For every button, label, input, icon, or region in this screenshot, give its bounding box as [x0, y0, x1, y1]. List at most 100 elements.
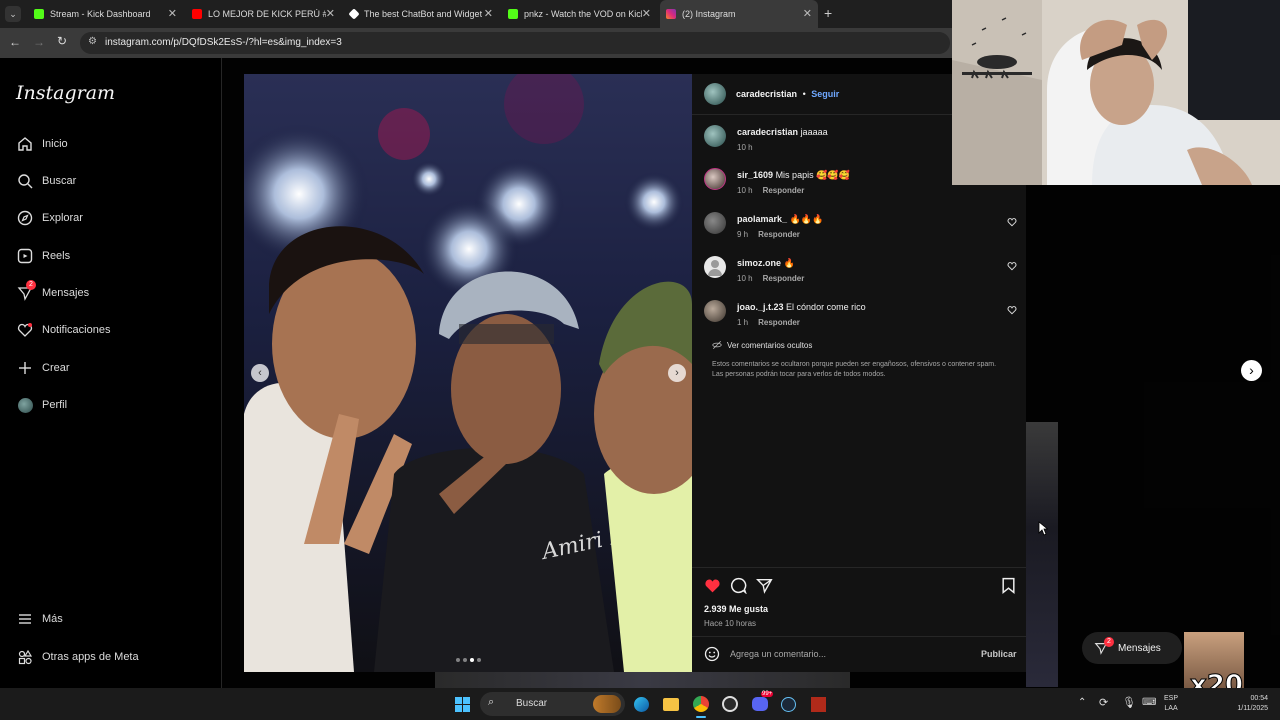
tab-instagram[interactable]: (2) Instagram ✕	[660, 0, 818, 28]
comment-username[interactable]: sir_1609	[737, 170, 773, 180]
address-bar[interactable]: ⚙ instagram.com/p/DQfDSk2EsS-/?hl=es&img…	[80, 32, 950, 54]
windows-start-icon[interactable]	[455, 697, 470, 712]
reply-button[interactable]: Responder	[763, 274, 805, 283]
comment-input[interactable]: Agrega un comentario...	[730, 649, 950, 659]
compass-icon	[16, 209, 34, 227]
close-tab-icon[interactable]: ✕	[803, 8, 812, 20]
discord-badge: 99+	[761, 691, 774, 697]
carousel-dot	[477, 658, 481, 662]
obs-icon[interactable]	[722, 696, 738, 712]
like-comment-icon[interactable]	[1007, 261, 1017, 271]
carousel-prev-button[interactable]: ‹	[251, 364, 269, 382]
comment-text: simoz.one 🔥	[737, 258, 795, 269]
file-explorer-icon[interactable]	[663, 698, 679, 711]
like-comment-icon[interactable]	[1007, 305, 1017, 315]
comment-icon[interactable]	[730, 577, 747, 594]
reload-icon[interactable]: ↻	[57, 34, 67, 48]
share-icon[interactable]	[756, 577, 773, 594]
edge-icon[interactable]	[634, 697, 649, 712]
like-count[interactable]: 2.939 Me gusta	[704, 604, 768, 614]
close-tab-icon[interactable]: ✕	[642, 8, 651, 20]
clock[interactable]: 00:54 1/11/2025	[1224, 694, 1268, 714]
clock-time: 00:54	[1250, 695, 1268, 702]
comment-meta: 10 h Responder	[737, 186, 804, 195]
active-app-indicator	[696, 716, 706, 718]
reply-button[interactable]: Responder	[758, 230, 800, 239]
tray-chevron-icon[interactable]: ⌃	[1078, 697, 1086, 708]
next-post-button[interactable]: ›	[1241, 360, 1262, 381]
reply-button[interactable]: Responder	[763, 186, 805, 195]
caption-avatar[interactable]	[704, 125, 726, 147]
comment-avatar[interactable]	[704, 256, 726, 278]
new-tab-button[interactable]: +	[824, 5, 832, 21]
sidebar-item-inicio[interactable]: Inicio	[16, 134, 68, 154]
mouse-cursor-icon	[1038, 521, 1048, 536]
caption-body: jaaaaa	[800, 127, 828, 137]
steam-icon[interactable]	[781, 697, 796, 712]
messages-pill[interactable]: 2 Mensajes	[1082, 632, 1182, 664]
post-header: caradecristian • Seguir	[736, 89, 839, 99]
apps-icon	[16, 648, 34, 666]
sidebar-item-mas[interactable]: Más	[16, 609, 63, 629]
comment-avatar[interactable]	[704, 300, 726, 322]
author-username[interactable]: caradecristian	[736, 89, 797, 99]
close-tab-icon[interactable]: ✕	[326, 8, 335, 20]
search-icon	[16, 172, 34, 190]
save-icon[interactable]	[1001, 577, 1016, 594]
sidebar-item-crear[interactable]: Crear	[16, 358, 70, 378]
back-icon[interactable]: ←	[9, 35, 21, 49]
comment-avatar[interactable]	[704, 168, 726, 190]
publish-button[interactable]: Publicar	[981, 649, 1017, 659]
close-tab-icon[interactable]: ✕	[168, 8, 177, 20]
like-icon[interactable]	[704, 577, 721, 594]
chatbot-icon	[348, 8, 360, 20]
carousel-dot	[456, 658, 460, 662]
taskbar-search[interactable]: ⌕ Buscar	[480, 692, 625, 716]
like-comment-icon[interactable]	[1007, 217, 1017, 227]
instagram-logo[interactable]: Instagram	[16, 82, 115, 104]
tab-kick-vod[interactable]: pnkz - Watch the VOD on Kick ✕	[502, 0, 657, 28]
sidebar-item-mensajes[interactable]: 2 Mensajes	[16, 280, 90, 303]
site-info-icon[interactable]: ⚙	[88, 36, 97, 47]
overlay-badge-text: x20	[1190, 670, 1244, 689]
tab-kick-dashboard[interactable]: Stream - Kick Dashboard ✕	[28, 0, 183, 28]
forward-icon[interactable]: →	[33, 35, 45, 49]
comment-username[interactable]: paolamark_	[737, 214, 787, 224]
sidebar-item-explorar[interactable]: Explorar	[16, 208, 83, 228]
emoji-icon[interactable]	[704, 646, 720, 662]
tab-title: Stream - Kick Dashboard	[50, 9, 151, 19]
keyboard-icon[interactable]: ⌨	[1142, 697, 1156, 708]
tab-list-button[interactable]: ⌄	[5, 6, 21, 22]
sidebar-item-label: Mensajes	[42, 287, 90, 299]
chrome-icon[interactable]	[693, 696, 709, 712]
discord-icon[interactable]	[752, 697, 768, 711]
carousel-next-button[interactable]: ›	[668, 364, 686, 382]
sidebar-item-perfil[interactable]: Perfil	[16, 395, 67, 415]
sidebar-item-buscar[interactable]: Buscar	[16, 171, 76, 191]
language-indicator[interactable]: ESP LAA	[1164, 694, 1178, 714]
webcam-overlay	[952, 0, 1280, 185]
follow-button[interactable]: Seguir	[811, 89, 839, 99]
sidebar-item-notificaciones[interactable]: Notificaciones	[16, 320, 110, 340]
sync-icon[interactable]: ⟳	[1099, 696, 1108, 709]
sidebar-item-meta-apps[interactable]: Otras apps de Meta	[16, 647, 139, 667]
comment-avatar[interactable]	[704, 212, 726, 234]
dota-icon[interactable]	[811, 697, 826, 712]
close-tab-icon[interactable]: ✕	[484, 8, 493, 20]
tab-chatbot[interactable]: The best ChatBot and Widgets ✕	[344, 0, 499, 28]
caption-username[interactable]: caradecristian	[737, 127, 798, 137]
author-avatar[interactable]	[704, 83, 726, 105]
comment-time: 9 h	[737, 230, 749, 239]
background-post-thumbnail	[1026, 422, 1058, 687]
comment-username[interactable]: simoz.one	[737, 258, 781, 268]
reply-button[interactable]: Responder	[758, 318, 800, 327]
sidebar-item-reels[interactable]: Reels	[16, 246, 70, 266]
comment-username[interactable]: joao._j.t.23	[737, 302, 784, 312]
instagram-icon	[666, 9, 676, 19]
microphone-icon[interactable]: 🎙	[1122, 696, 1136, 709]
carousel-dot	[470, 658, 474, 662]
comment-body: El cóndor come rico	[786, 302, 866, 312]
hidden-comments-toggle[interactable]: Ver comentarios ocultos	[712, 340, 812, 350]
tab-youtube[interactable]: LO MEJOR DE KICK PERÚ #29 | ✕	[186, 0, 341, 28]
kick-icon	[508, 9, 518, 19]
